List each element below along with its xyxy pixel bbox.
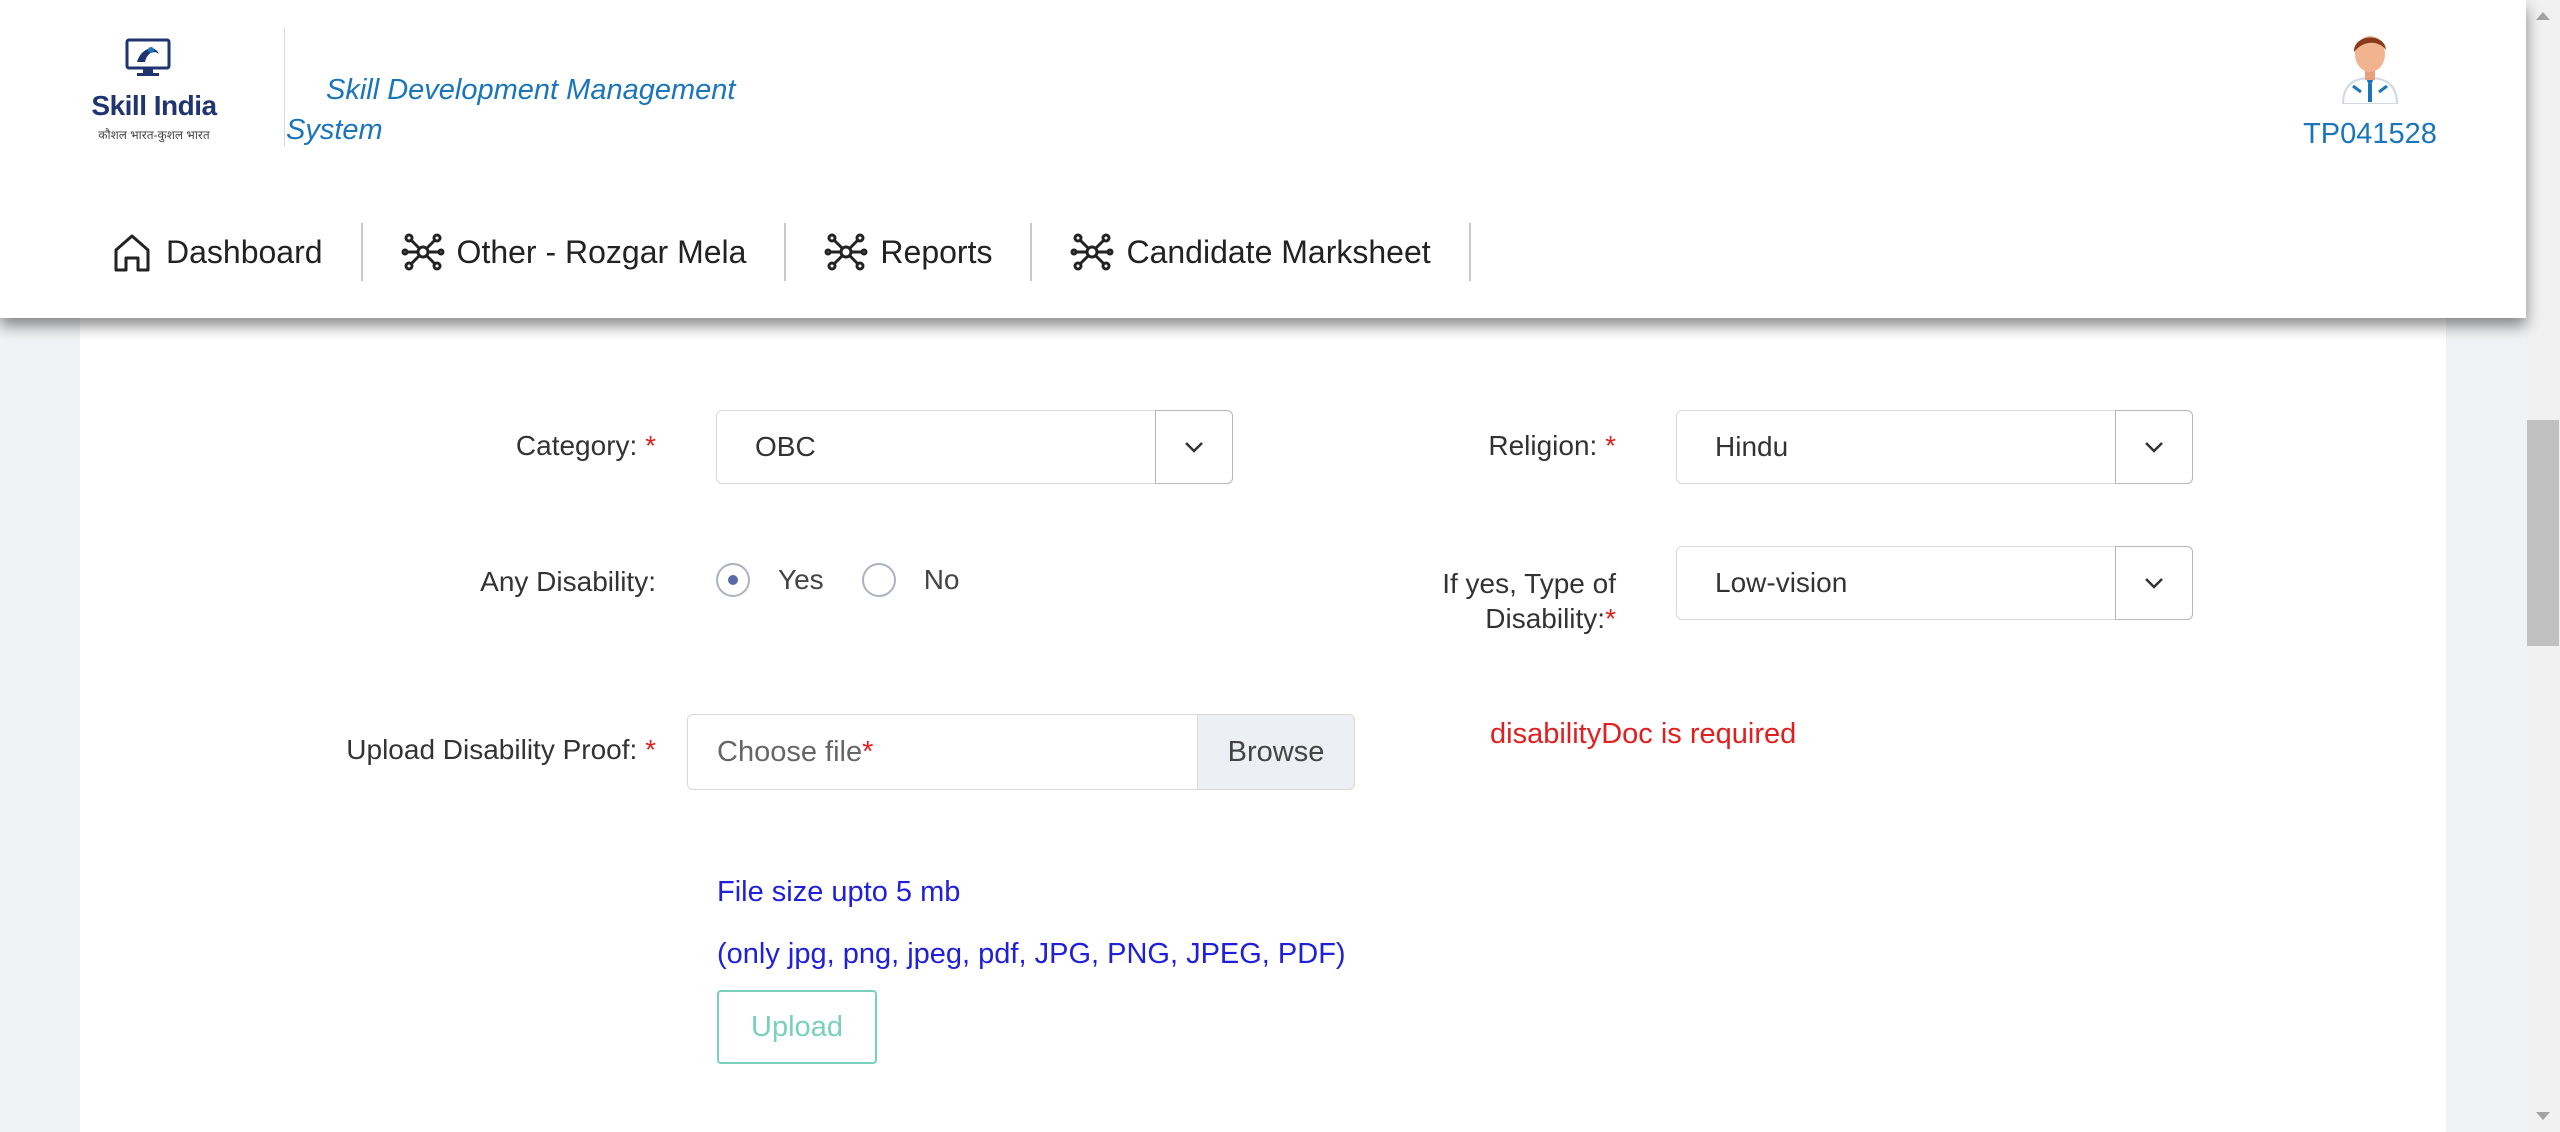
religion-value: Hindu [1715, 431, 1789, 462]
scrollbar-thumb[interactable] [2527, 420, 2559, 646]
chevron-down-icon [2145, 442, 2163, 453]
logo-monitor-icon [125, 38, 171, 76]
radio-circle[interactable] [716, 563, 750, 597]
logo-text: Skill India [91, 90, 217, 121]
nav-separator [1468, 223, 1471, 281]
disability-type-value: Low-vision [1715, 567, 1848, 598]
skill-india-logo[interactable]: Skill India कौशल भारत-कुशल भारत [78, 34, 228, 149]
upload-proof-label: Upload Disability Proof: * [346, 734, 656, 765]
disability-type-label: If yes, Type of Disability:* [1442, 568, 1616, 634]
radio-label: No [923, 564, 960, 595]
nav-item-label: Candidate Marksheet [1126, 233, 1431, 270]
category-dropdown-button[interactable] [1155, 410, 1233, 484]
nav-item-label: Dashboard [166, 233, 323, 270]
app-title: Skill Development Management System [286, 74, 736, 146]
logo-tagline: कौशल भारत-कुशल भारत [98, 128, 210, 142]
radio-label: Yes [778, 564, 824, 595]
page-scrollbar[interactable] [2526, 0, 2560, 1132]
main-nav: Dashboard Other - Rozgar Mela Reports Ca… [88, 220, 1471, 284]
network-icon [1070, 233, 1114, 271]
chevron-down-icon [1185, 442, 1203, 453]
nav-item-rozgar-mela[interactable]: Other - Rozgar Mela [363, 220, 785, 284]
chevron-down-icon [2145, 578, 2163, 589]
religion-dropdown-button[interactable] [2115, 410, 2193, 484]
file-placeholder: Choose file* [717, 736, 874, 768]
religion-label: Religion: * [1488, 430, 1616, 461]
disability-radio-group: Yes No [716, 563, 997, 597]
network-icon [824, 233, 868, 271]
file-type-hint: (only jpg, png, jpeg, pdf, JPG, PNG, JPE… [717, 938, 1346, 970]
disability-yes-radio[interactable]: Yes [716, 563, 824, 597]
nav-item-reports[interactable]: Reports [786, 220, 1030, 284]
disability-type-select[interactable]: Low-vision [1676, 546, 2193, 620]
category-value: OBC [755, 431, 816, 462]
radio-circle[interactable] [861, 563, 896, 597]
nav-item-label: Reports [880, 233, 993, 270]
religion-select[interactable]: Hindu [1676, 410, 2193, 484]
disability-type-dropdown-button[interactable] [2115, 546, 2193, 620]
disability-doc-error: disabilityDoc is required [1490, 718, 1797, 750]
disability-no-radio[interactable]: No [861, 563, 960, 597]
home-icon [114, 234, 150, 272]
nav-item-dashboard[interactable]: Dashboard [88, 220, 361, 284]
file-size-hint: File size upto 5 mb [717, 876, 961, 908]
nav-item-label: Other - Rozgar Mela [456, 233, 747, 270]
user-profile[interactable]: TP041528 [2288, 26, 2452, 151]
header-divider [284, 28, 285, 146]
user-id: TP041528 [2303, 118, 2437, 150]
header: Skill India कौशल भारत-कुशल भारत Skill De… [0, 0, 2526, 318]
scroll-up-icon[interactable] [2536, 12, 2550, 20]
avatar-icon [2341, 36, 2399, 104]
scroll-down-icon[interactable] [2536, 1112, 2550, 1120]
disability-proof-file-input[interactable]: Choose file* Browse [687, 714, 1355, 790]
browse-button[interactable]: Browse [1197, 714, 1355, 790]
nav-item-candidate-marksheet[interactable]: Candidate Marksheet [1032, 220, 1468, 284]
any-disability-label: Any Disability: [480, 566, 656, 597]
network-icon [401, 233, 445, 271]
upload-button[interactable]: Upload [717, 990, 877, 1064]
category-label: Category: * [515, 430, 656, 461]
category-select[interactable]: OBC [716, 410, 1233, 484]
